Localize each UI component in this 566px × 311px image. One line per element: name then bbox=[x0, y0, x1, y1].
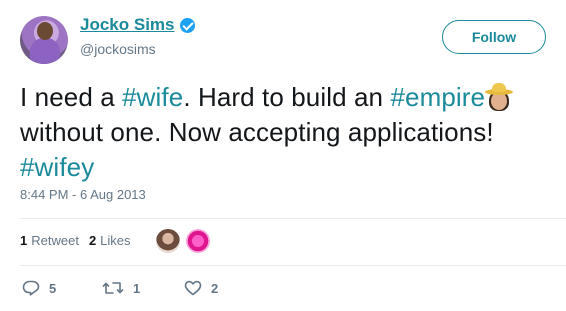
retweet-stat[interactable]: 1 Retweet bbox=[20, 233, 79, 248]
cowgirl-hat-woman-emoji-icon bbox=[485, 83, 514, 111]
divider bbox=[20, 218, 566, 219]
likers-avatars bbox=[156, 229, 216, 253]
reply-icon bbox=[22, 280, 40, 296]
author-name-row: Jocko Sims bbox=[80, 15, 195, 35]
liker-avatar[interactable] bbox=[156, 229, 180, 253]
hashtag-link[interactable]: #wifey bbox=[20, 152, 94, 182]
tweet-card: Jocko Sims @jockosims Follow I need a #w… bbox=[0, 0, 566, 311]
hashtag-link[interactable]: #empire bbox=[390, 82, 485, 112]
tweet-text-segment: I need a bbox=[20, 82, 123, 112]
divider bbox=[20, 265, 566, 266]
retweet-count: 1 bbox=[133, 280, 141, 296]
heart-icon bbox=[184, 280, 202, 296]
like-button[interactable]: 2 bbox=[184, 280, 218, 296]
avatar[interactable] bbox=[20, 16, 68, 64]
tweet-text: I need a #wife. Hard to build an #empire… bbox=[20, 80, 560, 185]
like-count: 2 bbox=[211, 280, 219, 296]
verified-badge-icon bbox=[179, 17, 195, 33]
avatar-body bbox=[30, 38, 60, 64]
likes-stat[interactable]: 2 Likes bbox=[89, 233, 131, 248]
follow-button[interactable]: Follow bbox=[442, 20, 546, 54]
avatar-head bbox=[37, 22, 53, 40]
hashtag-link[interactable]: #wife bbox=[122, 82, 183, 112]
retweet-stat-label: Retweet bbox=[31, 233, 79, 248]
reply-count: 5 bbox=[49, 280, 57, 296]
tweet-timestamp[interactable]: 8:44 PM - 6 Aug 2013 bbox=[20, 187, 146, 202]
tweet-actions: 5 1 2 bbox=[22, 280, 218, 296]
tweet-text-segment: without one. Now accepting applications! bbox=[20, 117, 494, 147]
author-display-name[interactable]: Jocko Sims bbox=[80, 15, 175, 35]
likes-stat-label: Likes bbox=[100, 233, 131, 248]
tweet-text-segment: . Hard to build an bbox=[183, 82, 391, 112]
likes-stat-count: 2 bbox=[88, 233, 97, 248]
liker-avatar[interactable] bbox=[186, 229, 210, 253]
author-handle[interactable]: @jockosims bbox=[80, 41, 156, 57]
retweet-stat-count: 1 bbox=[20, 233, 28, 248]
tweet-stats: 1 Retweet 2 Likes bbox=[20, 233, 141, 248]
reply-button[interactable]: 5 bbox=[22, 280, 102, 296]
retweet-button[interactable]: 1 bbox=[102, 280, 184, 296]
retweet-icon bbox=[102, 282, 124, 294]
